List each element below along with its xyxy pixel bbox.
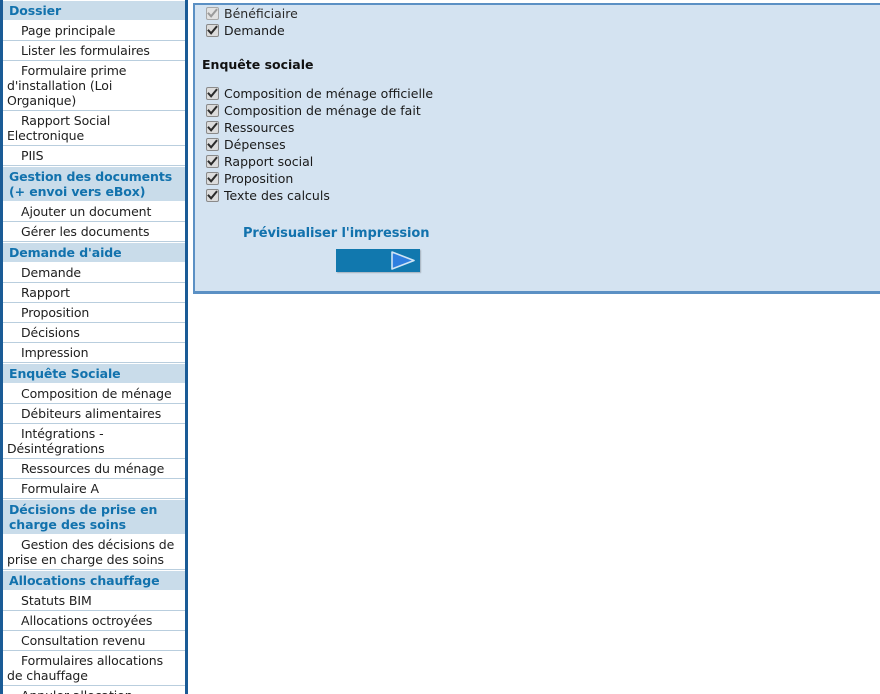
- checkbox-row-composition-de-menage-de-fait[interactable]: Composition de ménage de fait: [195, 102, 880, 119]
- enquete-sociale-checkbox-group: Composition de ménage officielle Composit…: [195, 85, 880, 204]
- sidebar-section-demande-d-aide: Demande d'aide: [3, 242, 185, 263]
- checkbox-texte-des-calculs[interactable]: [206, 189, 219, 202]
- sidebar-item-rapport-social-electronique[interactable]: Rapport Social Electronique: [3, 111, 185, 146]
- checkbox-rapport-social[interactable]: [206, 155, 219, 168]
- checkbox-composition-de-menage-de-fait[interactable]: [206, 104, 219, 117]
- checkbox-row-ressources[interactable]: Ressources: [195, 119, 880, 136]
- sidebar-section-dossier: Dossier: [3, 0, 185, 21]
- checkbox-depenses[interactable]: [206, 138, 219, 151]
- checkbox-label: Rapport social: [224, 154, 314, 169]
- checkbox-row-proposition[interactable]: Proposition: [195, 170, 880, 187]
- checkbox-row-depenses[interactable]: Dépenses: [195, 136, 880, 153]
- sidebar-item-debiteurs-alimentaires[interactable]: Débiteurs alimentaires: [3, 404, 185, 424]
- checkbox-label: Dépenses: [224, 137, 286, 152]
- checkbox-demande[interactable]: [206, 24, 219, 37]
- sidebar-item-gestion-des-decisions-de-prise-en-charge-des[interactable]: Gestion des décisions de prise en charge…: [3, 535, 185, 570]
- sidebar-item-impression[interactable]: Impression: [3, 343, 185, 363]
- sidebar-section-allocations-chauffage: Allocations chauffage: [3, 570, 185, 591]
- sidebar-item-annuler-allocation[interactable]: Annuler allocation: [3, 686, 185, 694]
- checkbox-proposition[interactable]: [206, 172, 219, 185]
- impression-options-panel: Bénéficiaire Demande Enquête sociale Comp…: [193, 3, 880, 294]
- checkbox-row-texte-des-calculs[interactable]: Texte des calculs: [195, 187, 880, 204]
- sidebar-item-proposition[interactable]: Proposition: [3, 303, 185, 323]
- checkbox-row-beneficiaire: Bénéficiaire: [195, 5, 880, 22]
- sidebar-item-composition-de-menage[interactable]: Composition de ménage: [3, 384, 185, 404]
- sidebar-item-demande[interactable]: Demande: [3, 263, 185, 283]
- sidebar-item-statuts-bim[interactable]: Statuts BIM: [3, 591, 185, 611]
- sidebar-item-lister-les-formulaires[interactable]: Lister les formulaires: [3, 41, 185, 61]
- checkbox-label: Composition de ménage de fait: [224, 103, 421, 118]
- sidebar-item-rapport[interactable]: Rapport: [3, 283, 185, 303]
- sidebar-section-gestion-des-documents-envoi-vers-ebox: Gestion des documents (+ envoi vers eBox…: [3, 166, 185, 202]
- checkbox-label: Texte des calculs: [224, 188, 330, 203]
- sidebar-item-ajouter-un-document[interactable]: Ajouter un document: [3, 202, 185, 222]
- sidebar-item-gerer-les-documents[interactable]: Gérer les documents: [3, 222, 185, 242]
- sidebar-section-enquete-sociale: Enquête Sociale: [3, 363, 185, 384]
- checkbox-label: Composition de ménage officielle: [224, 86, 434, 101]
- checkbox-row-composition-de-menage-officielle[interactable]: Composition de ménage officielle: [195, 85, 880, 102]
- checkbox-row-demande[interactable]: Demande: [195, 22, 880, 39]
- sidebar-item-consultation-revenu[interactable]: Consultation revenu: [3, 631, 185, 651]
- sidebar-item-formulaires-allocations-de-chauffage[interactable]: Formulaires allocations de chauffage: [3, 651, 185, 686]
- checkbox-label: Ressources: [224, 120, 295, 135]
- sidebar-item-piis[interactable]: PIIS: [3, 146, 185, 166]
- enquete-sociale-heading: Enquête sociale: [202, 57, 314, 72]
- sidebar-item-page-principale[interactable]: Page principale: [3, 21, 185, 41]
- sidebar-navigation: Dossier Page principale Lister les formula…: [0, 0, 188, 694]
- preview-action-area: Prévisualiser l'impression: [195, 226, 880, 272]
- submit-arrow-button[interactable]: [336, 249, 420, 272]
- top-checkbox-group: Bénéficiaire Demande: [195, 5, 880, 39]
- play-arrow-icon: [390, 251, 416, 273]
- checkbox-composition-de-menage-officielle[interactable]: [206, 87, 219, 100]
- checkbox-ressources[interactable]: [206, 121, 219, 134]
- sidebar-item-integrations-desintegrations[interactable]: Intégrations - Désintégrations: [3, 424, 185, 459]
- checkbox-row-rapport-social[interactable]: Rapport social: [195, 153, 880, 170]
- checkbox-label: Bénéficiaire: [224, 6, 298, 21]
- checkbox-label: Proposition: [224, 171, 294, 186]
- preview-print-link[interactable]: Prévisualiser l'impression: [243, 226, 429, 241]
- sidebar-section-decisions-de-prise-en-charge-des-soins: Décisions de prise en charge des soins: [3, 499, 185, 535]
- checkbox-label: Demande: [224, 23, 285, 38]
- sidebar-item-decisions[interactable]: Décisions: [3, 323, 185, 343]
- sidebar-item-formulaire-prime-d-installation-loi-organiqu[interactable]: Formulaire prime d'installation (Loi Org…: [3, 61, 185, 111]
- sidebar-item-formulaire-a[interactable]: Formulaire A: [3, 479, 185, 499]
- checkbox-beneficiaire: [206, 7, 219, 20]
- sidebar-item-ressources-du-menage[interactable]: Ressources du ménage: [3, 459, 185, 479]
- sidebar-item-allocations-octroyees[interactable]: Allocations octroyées: [3, 611, 185, 631]
